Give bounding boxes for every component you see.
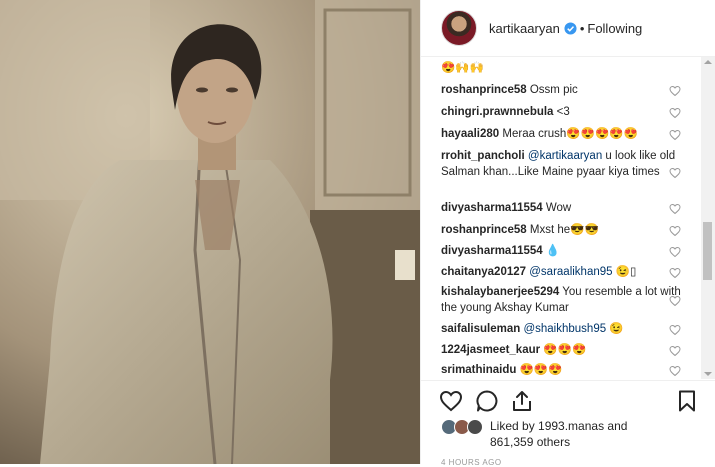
comment-heart-icon[interactable]: [669, 295, 681, 307]
comment-heart-icon[interactable]: [669, 167, 681, 179]
comment-heart-icon[interactable]: [669, 85, 681, 97]
scroll-up-arrow-icon[interactable]: [704, 60, 712, 64]
comment-user[interactable]: kishalaybanerjee5294: [441, 286, 559, 298]
comment-user[interactable]: divyasharma11554: [441, 202, 543, 214]
separator-dot: •: [579, 20, 585, 36]
comment-text: 😍😍😍: [543, 344, 587, 356]
comment-text: 😍🙌🙌: [441, 62, 484, 74]
comment-heart-icon[interactable]: [669, 203, 681, 215]
likes-summary: Liked by 1993.manas and 861,359 others: [441, 418, 627, 450]
comment-user[interactable]: roshanprince58: [441, 224, 527, 236]
share-icon[interactable]: [510, 389, 534, 413]
comment-row: kishalaybanerjee5294 You resemble a lot …: [441, 284, 681, 316]
comment-row: 1224jasmeet_kaur 😍😍😍: [441, 342, 681, 358]
comment-row: divyasharma11554 Wow: [441, 200, 681, 216]
bookmark-icon[interactable]: [675, 389, 699, 413]
comment-text: Ossm pic: [529, 84, 578, 96]
scrollbar-thumb[interactable]: [703, 222, 712, 280]
comment-text: Meraa crush😍😍😍😍😍: [502, 128, 638, 140]
comment-heart-icon[interactable]: [669, 365, 681, 377]
username-link[interactable]: kartikaaryan: [489, 21, 560, 36]
comment-row: roshanprince58 Ossm pic: [441, 82, 681, 98]
comment-row: hayaali280 Meraa crush😍😍😍😍😍: [441, 126, 681, 142]
comment-row: chaitanya20127 @saraalikhan95 😉▯: [441, 264, 681, 280]
post-timestamp[interactable]: 4 HOURS AGO: [441, 458, 502, 467]
avatar[interactable]: [441, 10, 477, 46]
speech-bubble-icon[interactable]: [475, 389, 499, 413]
comment-row: divyasharma11554 💧: [441, 243, 681, 259]
likes-prefix: Liked by: [490, 419, 539, 433]
comment-text: 💧: [545, 245, 561, 257]
comment-heart-icon[interactable]: [669, 107, 681, 119]
post-side-panel: kartikaaryan • Following 😍🙌🙌 roshanprinc…: [420, 0, 715, 467]
comment-heart-icon[interactable]: [669, 267, 681, 279]
comment-heart-icon[interactable]: [669, 246, 681, 258]
likes-middle: and: [604, 419, 628, 433]
post-photo-image: [0, 0, 420, 464]
comment-mention[interactable]: @kartikaaryan: [528, 150, 602, 162]
verified-badge-icon: [564, 21, 577, 35]
comment-heart-icon[interactable]: [669, 345, 681, 357]
liker-avatars[interactable]: [441, 419, 483, 435]
comments-list[interactable]: 😍🙌🙌 roshanprince58 Ossm pic chingri.praw…: [421, 57, 701, 379]
comment-user[interactable]: divyasharma11554: [441, 245, 543, 257]
comment-heart-icon[interactable]: [669, 225, 681, 237]
comment-row: srimathinaidu 😍😍😍: [441, 362, 681, 378]
comment-user[interactable]: hayaali280: [441, 128, 499, 140]
post-footer: Liked by 1993.manas and 861,359 others 4…: [421, 380, 715, 467]
comment-user[interactable]: srimathinaidu: [441, 364, 516, 376]
comment-user[interactable]: rrohit_pancholi: [441, 150, 525, 162]
avatar: [467, 419, 483, 435]
comment-text: 😍😍😍: [519, 364, 563, 376]
comment-row: saifalisuleman @shaikhbush95 😉: [441, 321, 681, 337]
comment-row: 😍🙌🙌: [441, 60, 681, 76]
comment-text: 😉▯: [615, 266, 637, 278]
post-header: kartikaaryan • Following: [421, 0, 715, 57]
comment-text: Mxst he😎😎: [529, 224, 599, 236]
post-photo[interactable]: [0, 0, 420, 464]
comment-text: <3: [556, 106, 570, 118]
comments-scrollbar[interactable]: [701, 57, 715, 379]
comment-heart-icon[interactable]: [669, 129, 681, 141]
comment-user[interactable]: roshanprince58: [441, 84, 527, 96]
comment-user[interactable]: chaitanya20127: [441, 266, 526, 278]
likes-count[interactable]: 861,359 others: [490, 435, 570, 449]
liked-by-user[interactable]: 1993.manas: [538, 419, 604, 433]
comment-row: rrohit_pancholi @kartikaaryan u look lik…: [441, 148, 681, 180]
comment-row: chingri.prawnnebula <3: [441, 104, 681, 120]
comment-row: roshanprince58 Mxst he😎😎: [441, 222, 681, 238]
heart-outline-icon[interactable]: [439, 389, 463, 413]
comment-user[interactable]: chingri.prawnnebula: [441, 106, 553, 118]
comment-mention[interactable]: @saraalikhan95: [529, 266, 612, 278]
comment-heart-icon[interactable]: [669, 324, 681, 336]
comment-text: Wow: [545, 202, 572, 214]
comment-text: 😉: [609, 323, 624, 335]
comment-mention[interactable]: @shaikhbush95: [523, 323, 606, 335]
likes-text: Liked by 1993.manas and 861,359 others: [490, 418, 627, 450]
comment-user[interactable]: 1224jasmeet_kaur: [441, 344, 540, 356]
scroll-down-arrow-icon[interactable]: [704, 372, 712, 376]
comment-user[interactable]: saifalisuleman: [441, 323, 520, 335]
following-button[interactable]: Following: [587, 21, 642, 36]
